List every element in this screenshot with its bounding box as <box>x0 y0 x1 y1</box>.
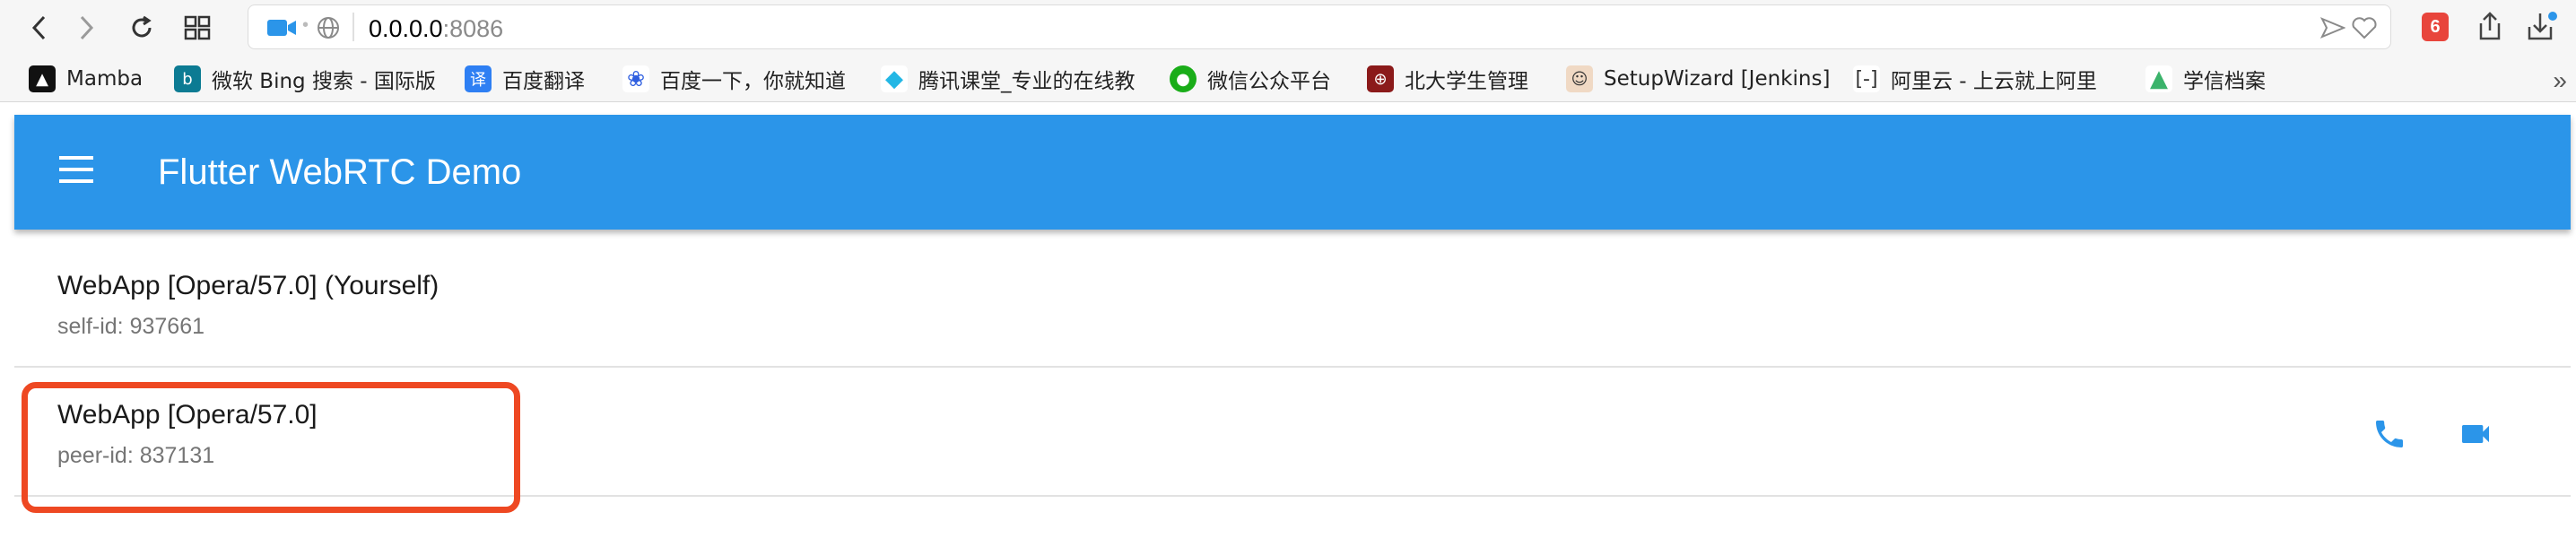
wechat-icon: ● <box>1170 65 1197 92</box>
bookmark-tencent-classroom[interactable]: ◆ 腾讯课堂_专业的在线教 <box>881 65 1136 93</box>
phone-icon <box>2376 421 2403 447</box>
menu-icon[interactable] <box>59 156 93 188</box>
jenkins-icon: ☺ <box>1566 65 1593 92</box>
url-port: :8086 <box>442 15 504 42</box>
bookmark-label: 百度一下，你就知道 <box>660 70 846 93</box>
reload-icon <box>132 15 152 38</box>
peer-subtitle: self-id: 937661 <box>57 314 205 339</box>
tencent-classroom-icon: ◆ <box>881 65 908 92</box>
chevron-left-icon <box>31 15 46 40</box>
list-item[interactable]: WebApp [Opera/57.0] peer-id: 837131 <box>14 368 2571 497</box>
grid-icon <box>184 15 211 40</box>
send-icon[interactable] <box>2320 17 2345 39</box>
bookmark-pku[interactable]: ⊕ 北大学生管理 <box>1367 65 1528 93</box>
reload-button[interactable] <box>122 9 161 47</box>
bookmark-wechat[interactable]: ● 微信公众平台 <box>1170 65 1331 93</box>
aliyun-icon: [-] <box>1853 65 1880 92</box>
bookmark-label: 百度翻译 <box>502 70 585 93</box>
baidu-paw-icon: ❀ <box>622 65 649 92</box>
bookmark-label: 腾讯课堂_专业的在线教 <box>918 70 1136 93</box>
address-bar[interactable]: • 0.0.0.0:8086 <box>248 4 2391 49</box>
video-call-button[interactable] <box>2454 414 2497 454</box>
bookmark-label: 微信公众平台 <box>1207 70 1331 93</box>
back-button[interactable] <box>20 9 59 47</box>
tabs-grid-button[interactable] <box>178 9 217 47</box>
extension-badge-icon[interactable]: 6 <box>2422 13 2449 41</box>
peer-title: WebApp [Opera/57.0] <box>57 400 318 430</box>
forward-button[interactable] <box>66 9 106 47</box>
peer-subtitle: peer-id: 837131 <box>57 443 215 468</box>
separator-dot: • <box>302 15 309 35</box>
heart-icon[interactable] <box>2351 16 2378 39</box>
bookmark-label: 学信档案 <box>2183 70 2266 93</box>
download-icon[interactable] <box>2526 11 2558 41</box>
bookmark-chsi[interactable]: ▲ 学信档案 <box>2145 65 2266 93</box>
bing-icon: b <box>174 65 201 92</box>
pku-icon: ⊕ <box>1367 65 1394 92</box>
peer-list: WebApp [Opera/57.0] (Yourself) self-id: … <box>14 239 2571 497</box>
camera-indicator-icon[interactable] <box>266 17 299 39</box>
bookmarks-overflow-icon[interactable]: » <box>2553 66 2567 95</box>
bookmark-baidu-translate[interactable]: 译百度翻译 <box>465 65 585 93</box>
bookmark-aliyun[interactable]: [-] 阿里云 - 上云就上阿里 <box>1853 65 2097 93</box>
videocam-icon <box>2462 425 2489 443</box>
share-icon[interactable] <box>2476 11 2504 41</box>
bookmark-label: 阿里云 - 上云就上阿里 <box>1891 70 2097 93</box>
bookmark-label: 微软 Bing 搜索 - 国际版 <box>212 70 436 93</box>
bookmark-jenkins[interactable]: ☺ SetupWizard [Jenkins] <box>1566 65 1830 93</box>
baidu-translate-icon: 译 <box>465 65 492 92</box>
bookmark-mamba[interactable]: ▲ Mamba <box>29 65 143 93</box>
bookmark-label: Mamba <box>66 67 144 91</box>
peer-title: WebApp [Opera/57.0] (Yourself) <box>57 271 439 300</box>
mamba-icon: ▲ <box>29 65 56 92</box>
globe-icon <box>318 17 339 39</box>
bookmarks-bar: ▲ Mamba b 微软 Bing 搜索 - 国际版 译百度翻译 ❀ 百度一下，你就知… <box>0 56 2576 102</box>
list-item[interactable]: WebApp [Opera/57.0] (Yourself) self-id: … <box>14 239 2571 368</box>
page-title: Flutter WebRTC Demo <box>158 152 522 192</box>
extension-badge-count: 6 <box>2430 16 2441 37</box>
chsi-icon: ▲ <box>2145 65 2172 92</box>
bookmark-label: 北大学生管理 <box>1405 70 1528 93</box>
peer-actions <box>2368 414 2497 454</box>
url-text[interactable]: 0.0.0.0:8086 <box>369 15 503 43</box>
bookmark-baidu[interactable]: ❀ 百度一下，你就知道 <box>622 65 846 93</box>
bookmark-label: SetupWizard [Jenkins] <box>1604 67 1831 91</box>
url-divider <box>352 13 354 41</box>
bookmark-bing[interactable]: b 微软 Bing 搜索 - 国际版 <box>174 65 436 93</box>
app-bar: Flutter WebRTC Demo <box>14 115 2571 230</box>
phone-call-button[interactable] <box>2368 414 2411 454</box>
browser-toolbar: • 0.0.0.0:8086 6 <box>0 0 2576 56</box>
url-host: 0.0.0.0 <box>369 15 443 42</box>
chevron-right-icon <box>80 15 94 40</box>
